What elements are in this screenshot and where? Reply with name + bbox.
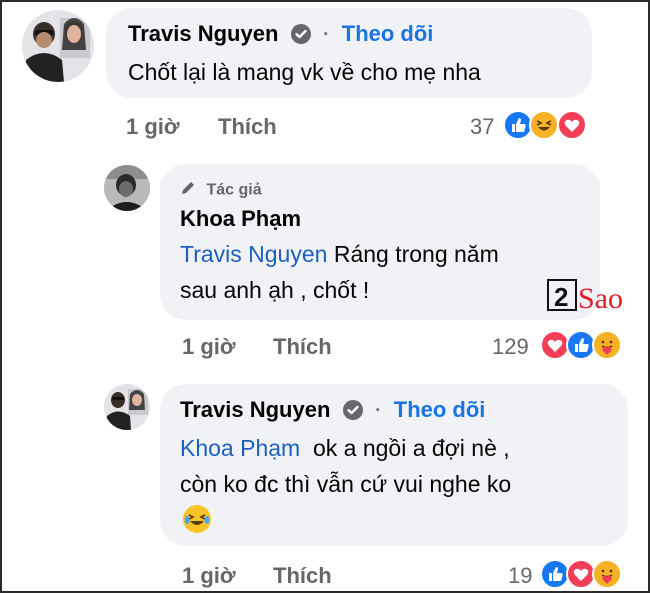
reaction-icons[interactable] [503,110,595,140]
separator-dot: · [375,399,382,420]
haha-icon [529,110,559,140]
like-button[interactable]: Thích [218,114,277,140]
comment-bubble: Travis Nguyen · Theo dõi Khoa Phạm ok a … [160,384,628,546]
separator-dot: · [323,23,330,44]
comment-text: Khoa Phạm ok a ngồi a đợi nè , còn ko đc… [180,430,620,502]
mention-link[interactable]: Khoa Phạm [180,435,300,461]
watermark-number: 2 [554,282,568,312]
watermark-logo: 2 Sao [546,268,646,318]
comment-header: Travis Nguyen · Theo dõi [180,397,485,423]
author-tag-label: Tác giả [206,181,262,199]
watermark-word: Sao [578,282,623,315]
verified-badge-icon [290,24,311,44]
follow-button[interactable]: Theo dõi [394,397,486,423]
comment-text-line: sau anh ạh , chốt ! [180,277,370,303]
comment-time[interactable]: 1 giờ [182,563,236,589]
comment-text: Travis Nguyen Ráng trong năm sau anh ạh … [180,236,590,308]
verified-badge-icon [342,400,363,420]
comment-text-line: Ráng trong năm [327,241,499,267]
comment-bubble: Tác giả Khoa Phạm Travis Nguyen Ráng tro… [160,164,600,320]
author-name[interactable]: Khoa Phạm [180,206,301,232]
like-button[interactable]: Thích [273,563,332,589]
comment-header: Travis Nguyen · Theo dõi [128,21,433,47]
author-name[interactable]: Travis Nguyen [180,397,330,423]
author-name[interactable]: Travis Nguyen [128,21,278,47]
comment-text: Chốt lại là mang vk về cho mẹ nha [128,59,481,85]
author-tag: Tác giả [180,180,262,201]
follow-button[interactable]: Theo dõi [342,21,434,47]
love-icon [557,110,587,140]
like-button[interactable]: Thích [273,334,332,360]
reaction-count[interactable]: 19 [508,563,532,589]
laughing-tears-emoji [182,504,212,534]
comment-text-line: còn ko đc thì vẫn cứ vui nghe ko [180,471,512,497]
comment-text-line: ok a ngồi a đợi nè , [300,435,510,461]
care-icon [592,559,622,589]
mention-link[interactable]: Travis Nguyen [180,241,327,267]
avatar-khoa-pham[interactable] [104,165,150,211]
reaction-count[interactable]: 129 [492,334,529,360]
comment-time[interactable]: 1 giờ [182,334,236,360]
reaction-count[interactable]: 37 [470,114,494,140]
care-icon [592,330,622,360]
avatar-travis-nguyen[interactable] [104,384,150,430]
comment-time[interactable]: 1 giờ [126,114,180,140]
pencil-icon [180,180,196,201]
avatar-travis-nguyen[interactable] [22,10,94,82]
comment-bubble: Travis Nguyen · Theo dõi Chốt lại là man… [106,8,592,98]
reaction-icons[interactable] [540,559,632,589]
reaction-icons[interactable] [540,330,632,360]
